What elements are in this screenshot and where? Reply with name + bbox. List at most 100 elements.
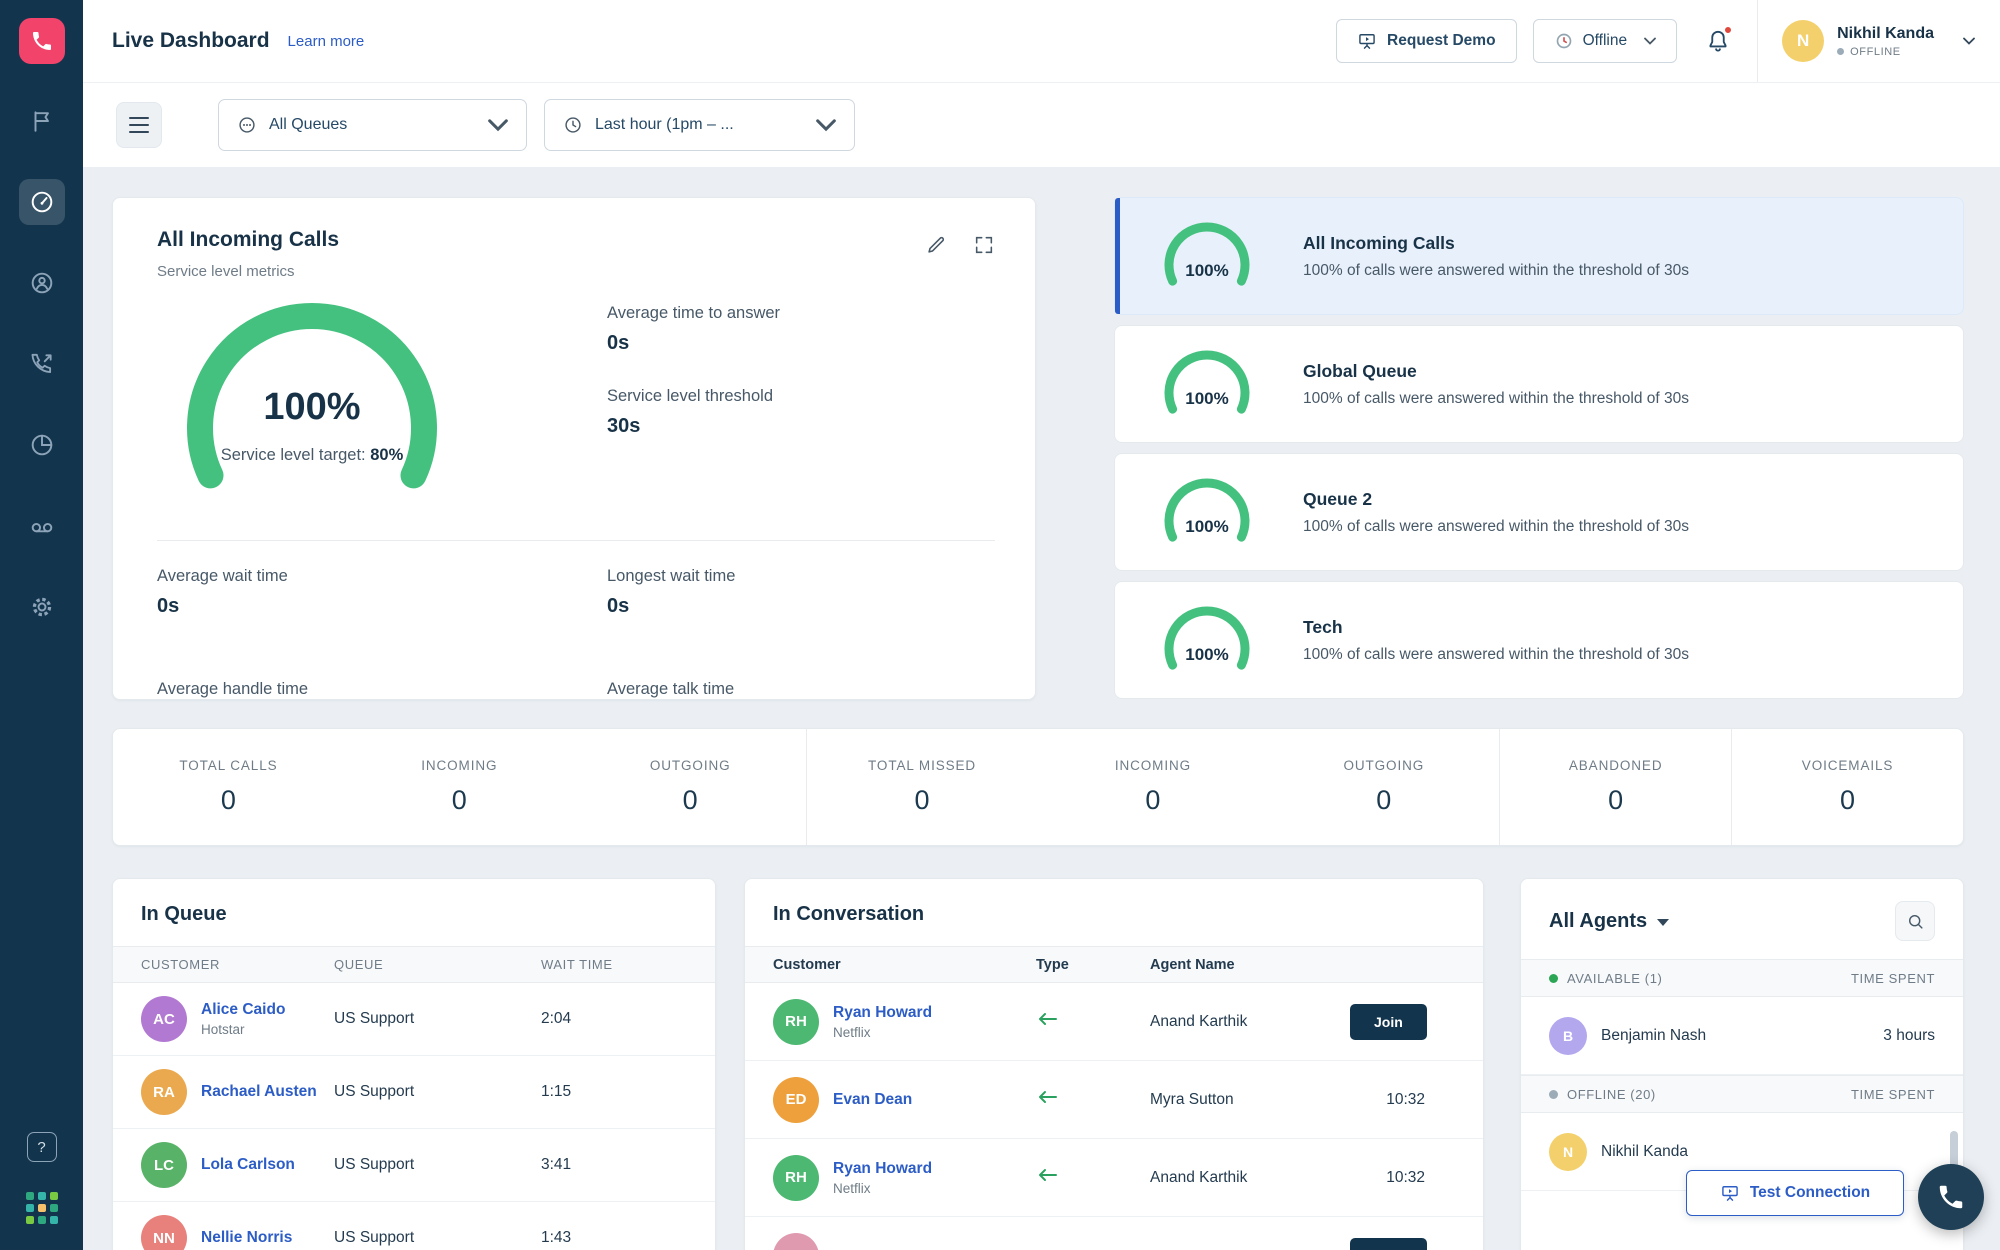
metric-value: 0s [157, 595, 607, 618]
sidebar-item-onboarding[interactable] [19, 98, 65, 144]
expand-icon[interactable] [973, 234, 995, 256]
sidebar-item-contacts[interactable] [19, 260, 65, 306]
phone-fab-button[interactable] [1918, 1164, 1984, 1230]
agent-search-button[interactable] [1895, 901, 1935, 941]
customer-cell [773, 1233, 1036, 1250]
agent-status-label: Offline [1583, 32, 1628, 50]
customer-cell: NN Nellie Norris [141, 1215, 334, 1250]
page-title: Live Dashboard [112, 29, 270, 53]
customer-avatar: AC [141, 996, 187, 1042]
queue-card-tech[interactable]: 100% Tech 100% of calls were answered wi… [1114, 581, 1964, 699]
stat-label: TOTAL MISSED [868, 758, 976, 773]
join-call-button[interactable]: Join [1350, 1238, 1427, 1250]
wait-time-cell: 3:41 [541, 1156, 687, 1174]
customer-names: Lola Carlson [201, 1156, 295, 1174]
queue-card-all-incoming[interactable]: 100% All Incoming Calls 100% of calls we… [1114, 197, 1964, 315]
apps-grid-dot [38, 1192, 46, 1200]
app-logo[interactable] [19, 18, 65, 64]
queue-summary-list: 100% All Incoming Calls 100% of calls we… [1114, 197, 1964, 700]
in-conversation-row: ED Evan Dean Myra Sutton 10:32 [745, 1061, 1483, 1139]
sidebar-item-admin[interactable] [19, 584, 65, 630]
phone-logo-icon [30, 29, 54, 53]
question-mark-icon: ? [37, 1139, 45, 1156]
apps-grid-dot [26, 1192, 34, 1200]
queue-card-queue-2[interactable]: 100% Queue 2 100% of calls were answered… [1114, 453, 1964, 571]
gear-icon [29, 594, 55, 620]
queue-filter-dropdown[interactable]: All Queues [218, 99, 527, 151]
customer-names: Ryan Howard Netflix [833, 1004, 932, 1040]
customer-name-link[interactable]: Rachael Austen [201, 1083, 317, 1101]
apps-grid-dot [38, 1216, 46, 1224]
queue-cell: US Support [334, 1156, 541, 1174]
metric-label: Average time to answer [607, 304, 780, 323]
sidebar-item-reports[interactable] [19, 422, 65, 468]
test-connection-button[interactable]: Test Connection [1686, 1170, 1904, 1216]
sidebar-item-voicemail[interactable] [19, 503, 65, 549]
request-demo-label: Request Demo [1387, 32, 1496, 50]
customer-avatar [773, 1233, 819, 1250]
main-column: Live Dashboard Learn more Request Demo O… [83, 0, 2000, 1250]
agent-status-dropdown[interactable]: Offline [1533, 19, 1678, 63]
customer-name-link[interactable]: Alice Caido [201, 1001, 285, 1019]
column-header: Agent Name [1150, 957, 1350, 973]
sidebar-item-calls[interactable] [19, 341, 65, 387]
service-card-heading: All Incoming Calls Service level metrics [157, 228, 339, 280]
user-name: Nikhil Kanda [1837, 25, 1934, 43]
time-range-value: Last hour (1pm – ... [595, 116, 802, 134]
agents-offline-header: OFFLINE (20) TIME SPENT [1521, 1075, 1963, 1113]
customer-name-link[interactable]: Ryan Howard [833, 1160, 932, 1178]
user-status-label: OFFLINE [1850, 46, 1901, 58]
customer-cell: RA Rachael Austen [141, 1069, 334, 1115]
queue-cell: US Support [334, 1083, 541, 1101]
customer-name-link[interactable]: Nellie Norris [201, 1229, 292, 1247]
customer-name-link[interactable]: Ryan Howard [833, 1004, 932, 1022]
wait-time-cell: 2:04 [541, 1010, 687, 1028]
notifications-button[interactable] [1705, 28, 1731, 54]
apps-grid-dot [38, 1204, 46, 1212]
customer-name-link[interactable]: Lola Carlson [201, 1156, 295, 1174]
customer-name-link[interactable]: Evan Dean [833, 1091, 912, 1109]
queue-gauge: 100% [1149, 599, 1265, 681]
incoming-call-arrow-icon [1036, 1163, 1150, 1192]
metric-label: Average handle time [157, 680, 607, 699]
stat-value: 0 [915, 785, 930, 816]
caret-down-icon [1657, 919, 1669, 926]
apps-launcher[interactable] [26, 1192, 58, 1224]
customer-names: Evan Dean [833, 1091, 912, 1109]
stat-value: 0 [1145, 785, 1160, 816]
apps-grid-dot [26, 1204, 34, 1212]
agents-filter-dropdown[interactable]: All Agents [1549, 910, 1669, 933]
time-range-dropdown[interactable]: Last hour (1pm – ... [544, 99, 855, 151]
help-button[interactable]: ? [27, 1132, 57, 1162]
in-conversation-row: RH Ryan Howard Netflix Anand Karthik Joi… [745, 983, 1483, 1061]
flag-icon [29, 108, 55, 134]
queue-card-text: All Incoming Calls 100% of calls were an… [1303, 233, 1689, 280]
metric-value: 0s [607, 332, 780, 355]
stat-incoming: INCOMING 0 [344, 729, 575, 845]
in-queue-row: LC Lola Carlson US Support 3:41 [113, 1129, 715, 1202]
user-menu[interactable]: N Nikhil Kanda OFFLINE [1757, 0, 1975, 82]
learn-more-link[interactable]: Learn more [288, 33, 365, 50]
customer-avatar: RH [773, 999, 819, 1045]
metric-label: Average talk time [607, 680, 995, 699]
gauge-value: 100% [157, 386, 467, 429]
stat-label: OUTGOING [650, 758, 731, 773]
call-duration: 10:32 [1386, 1091, 1425, 1109]
stats-group-total: TOTAL CALLS 0 INCOMING 0 OUTGOING 0 [113, 729, 806, 845]
stat-value: 0 [683, 785, 698, 816]
app-root: ? Live Dashboard Learn more Request Demo [0, 0, 2000, 1250]
stat-abandoned: ABANDONED 0 [1500, 729, 1731, 845]
chevron-down-icon [1963, 37, 1975, 45]
join-call-button[interactable]: Join [1350, 1004, 1427, 1040]
in-queue-panel: In Queue CUSTOMER QUEUE WAIT TIME AC Ali… [112, 878, 716, 1250]
queue-card-global-queue[interactable]: 100% Global Queue 100% of calls were ans… [1114, 325, 1964, 443]
in-queue-row: NN Nellie Norris US Support 1:43 [113, 1202, 715, 1250]
request-demo-button[interactable]: Request Demo [1336, 19, 1517, 63]
sidebar-item-live-dashboard[interactable] [19, 179, 65, 225]
menu-toggle-button[interactable] [116, 102, 162, 148]
edit-pencil-icon[interactable] [925, 234, 947, 256]
metric-value: 30s [607, 415, 780, 438]
queue-cell: US Support [334, 1229, 541, 1247]
queue-card-desc: 100% of calls were answered within the t… [1303, 518, 1689, 536]
test-connection-label: Test Connection [1750, 1184, 1870, 1202]
